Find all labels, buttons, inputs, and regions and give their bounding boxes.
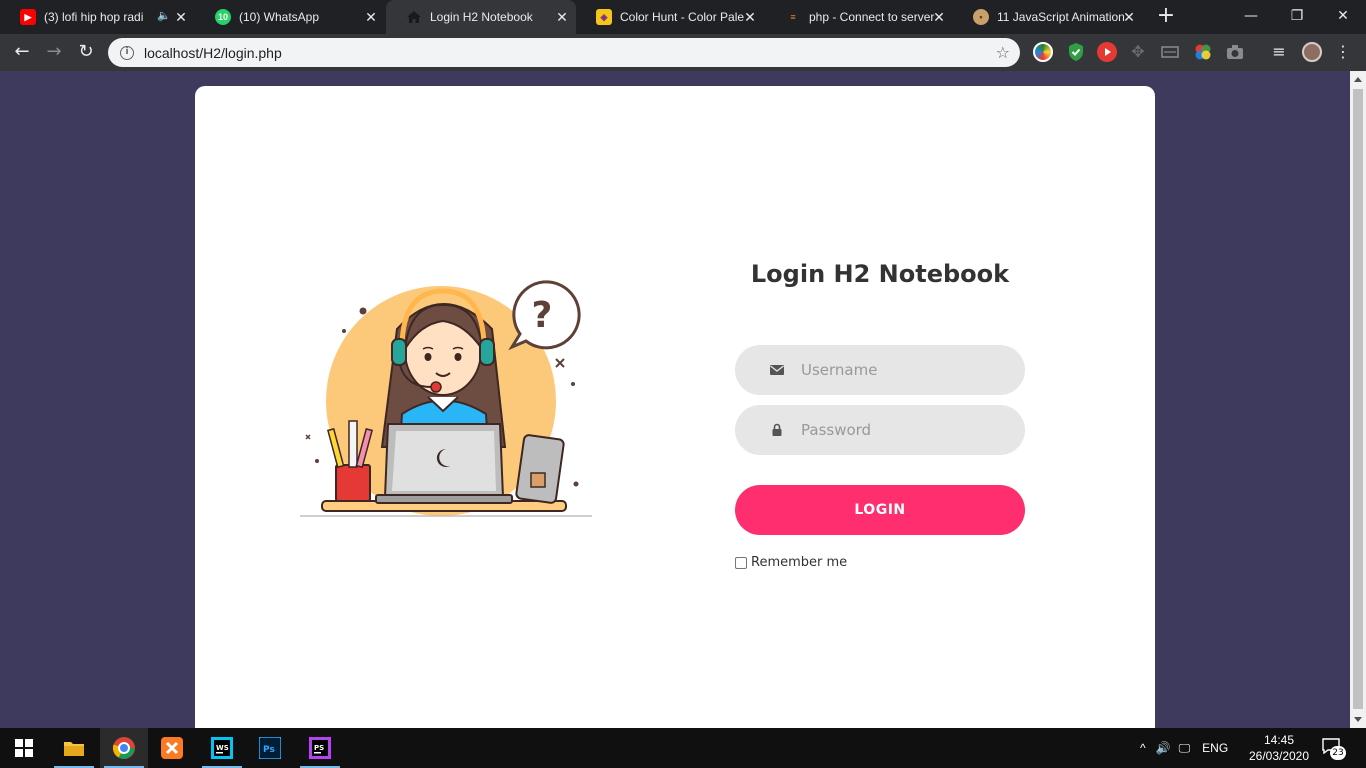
remember-me-label[interactable]: Remember me bbox=[751, 555, 847, 570]
tab-lofi[interactable]: ▶ (3) lofi hip hop radi 🔈 ✕ bbox=[0, 0, 195, 34]
network-icon[interactable]: 🖵 bbox=[1179, 741, 1191, 756]
stackoverflow-icon: ≡ bbox=[790, 12, 796, 22]
tab-title: Login H2 Notebook bbox=[430, 10, 533, 24]
whatsapp-icon: 10 bbox=[215, 9, 231, 25]
chrome-icon[interactable] bbox=[100, 728, 148, 768]
tab-title: Color Hunt - Color Pale bbox=[620, 10, 745, 24]
file-explorer-icon[interactable] bbox=[50, 728, 98, 768]
page-title: Login H2 Notebook bbox=[750, 260, 1010, 288]
clock-time: 14:45 bbox=[1263, 733, 1295, 747]
language-indicator[interactable]: ENG bbox=[1202, 741, 1228, 755]
clock-date: 26/03/2020 bbox=[1248, 749, 1310, 763]
webstorm-icon[interactable]: WS bbox=[198, 728, 246, 768]
phpstorm-icon[interactable]: PS bbox=[296, 728, 344, 768]
page-scrollbar[interactable] bbox=[1350, 71, 1366, 728]
windows-taskbar: WS Ps PS ^ 🔊 🖵 ENG 14:45 26/03/2020 23 bbox=[0, 728, 1366, 768]
username-field[interactable] bbox=[735, 345, 1025, 395]
volume-icon[interactable]: 🔊 bbox=[1156, 741, 1171, 755]
notification-center-icon[interactable]: 23 bbox=[1322, 738, 1346, 760]
scroll-down-icon[interactable] bbox=[1354, 717, 1362, 722]
minimize-icon[interactable]: — bbox=[1241, 6, 1261, 26]
extension-color-icon[interactable] bbox=[1193, 42, 1213, 62]
home-icon bbox=[406, 9, 422, 25]
youtube-icon: ▶ bbox=[20, 9, 36, 25]
close-tab-icon[interactable]: ✕ bbox=[173, 9, 189, 25]
password-input[interactable] bbox=[801, 405, 1001, 455]
login-card: ? Login H2 Notebook Username LOGIN Remem… bbox=[195, 86, 1155, 746]
bookmark-star-icon[interactable]: ☆ bbox=[996, 43, 1010, 62]
close-tab-icon[interactable]: ✕ bbox=[931, 9, 947, 25]
tab-login-h2[interactable]: Login H2 Notebook ✕ bbox=[386, 0, 576, 34]
xampp-icon[interactable] bbox=[148, 728, 196, 768]
tab-stackoverflow[interactable]: ≡ php - Connect to server ✕ bbox=[765, 0, 953, 34]
tab-title: 11 JavaScript Animation bbox=[997, 10, 1125, 24]
svg-text:?: ? bbox=[532, 295, 553, 336]
adblock-shield-icon[interactable] bbox=[1066, 42, 1086, 62]
close-tab-icon[interactable]: ✕ bbox=[554, 9, 570, 25]
monkey-icon: • bbox=[973, 9, 989, 25]
envelope-icon bbox=[769, 362, 785, 378]
extension-camera-icon[interactable] bbox=[1225, 42, 1245, 62]
color-hunt-icon: ◈ bbox=[596, 9, 612, 25]
password-field[interactable] bbox=[735, 405, 1025, 455]
chevron-up-icon[interactable]: ^ bbox=[1140, 741, 1146, 755]
profile-avatar[interactable] bbox=[1302, 42, 1322, 62]
svg-text:Ps: Ps bbox=[263, 745, 275, 755]
svg-text:WS: WS bbox=[216, 744, 229, 752]
start-icon[interactable] bbox=[0, 728, 48, 768]
tab-color-hunt[interactable]: ◈ Color Hunt - Color Pale ✕ bbox=[576, 0, 764, 34]
new-tab-button[interactable]: + bbox=[1154, 5, 1178, 29]
restore-icon[interactable]: ❐ bbox=[1287, 6, 1307, 26]
remember-me[interactable]: Remember me bbox=[735, 555, 847, 570]
close-tab-icon[interactable]: ✕ bbox=[1121, 9, 1137, 25]
tab-title: php - Connect to server bbox=[809, 10, 935, 24]
taskbar-clock[interactable]: 14:45 26/03/2020 bbox=[1244, 732, 1314, 764]
notification-count: 23 bbox=[1330, 746, 1346, 760]
reload-icon[interactable]: ↻ bbox=[74, 40, 98, 64]
page-viewport: ? Login H2 Notebook Username LOGIN Remem… bbox=[0, 71, 1350, 746]
remember-me-checkbox[interactable] bbox=[735, 556, 747, 569]
url-text[interactable]: localhost/H2/login.php bbox=[144, 45, 282, 61]
close-window-icon[interactable]: ✕ bbox=[1333, 6, 1353, 26]
scroll-up-icon[interactable] bbox=[1354, 77, 1362, 82]
tab-title: (10) WhatsApp bbox=[239, 10, 320, 24]
extension-cast-icon[interactable] bbox=[1160, 42, 1180, 62]
scrollbar-thumb[interactable] bbox=[1353, 89, 1363, 709]
support-girl-illustration: ? bbox=[300, 269, 600, 529]
photoshop-icon[interactable]: Ps bbox=[246, 728, 294, 768]
login-button[interactable]: LOGIN bbox=[735, 485, 1025, 535]
system-tray: ^ 🔊 🖵 ENG bbox=[1140, 728, 1228, 768]
browser-tab-strip: ▶ (3) lofi hip hop radi 🔈 ✕ 10 (10) What… bbox=[0, 0, 1366, 34]
close-tab-icon[interactable]: ✕ bbox=[363, 9, 379, 25]
close-tab-icon[interactable]: ✕ bbox=[742, 9, 758, 25]
extension-globe-icon[interactable] bbox=[1033, 42, 1053, 62]
browser-toolbar: ← → ↻ i localhost/H2/login.php ☆ ✥ ≡ ⋮ bbox=[0, 34, 1366, 71]
lock-icon bbox=[769, 422, 785, 438]
forward-icon[interactable]: → bbox=[42, 40, 66, 64]
username-input[interactable] bbox=[801, 345, 1001, 395]
media-controls-icon[interactable]: ≡ bbox=[1269, 42, 1289, 62]
extension-move-icon[interactable]: ✥ bbox=[1128, 42, 1148, 62]
audio-icon[interactable]: 🔈 bbox=[157, 9, 171, 22]
browser-menu-icon[interactable]: ⋮ bbox=[1333, 42, 1353, 62]
tab-title: (3) lofi hip hop radi bbox=[44, 10, 144, 24]
site-info-icon[interactable]: i bbox=[120, 45, 134, 60]
back-icon[interactable]: ← bbox=[10, 40, 34, 64]
tab-whatsapp[interactable]: 10 (10) WhatsApp ✕ bbox=[195, 0, 385, 34]
tab-js-animation[interactable]: • 11 JavaScript Animation ✕ bbox=[953, 0, 1143, 34]
extension-play-icon[interactable] bbox=[1097, 42, 1117, 62]
address-bar[interactable]: i localhost/H2/login.php ☆ bbox=[108, 38, 1020, 67]
svg-text:PS: PS bbox=[314, 744, 324, 752]
